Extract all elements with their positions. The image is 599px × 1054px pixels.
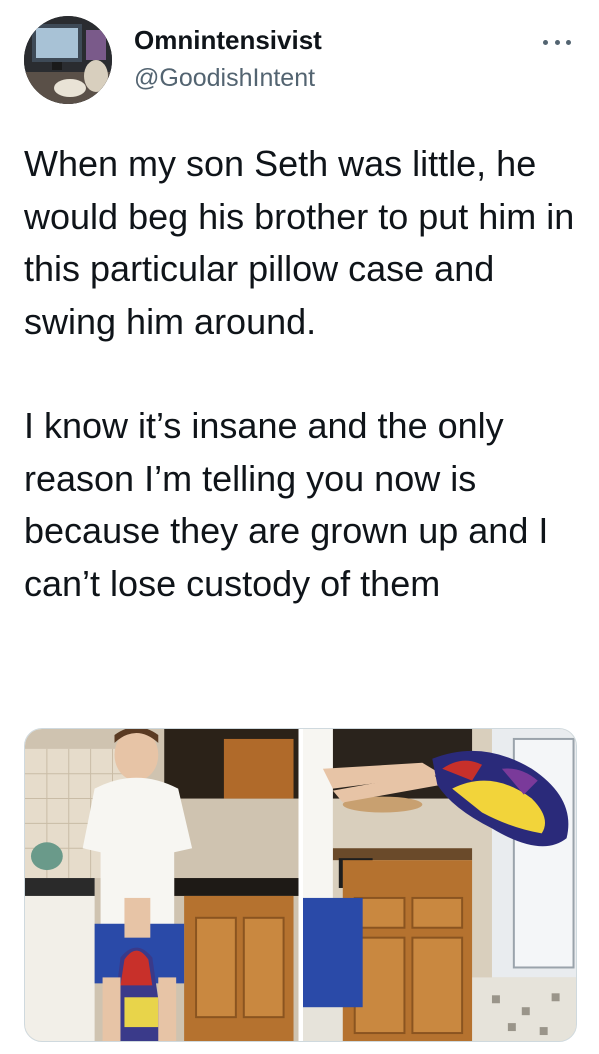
tweet: Omnintensivist @GoodishIntent When my so… — [0, 0, 599, 1054]
tweet-paragraph: I know it’s insane and the only reason I… — [24, 405, 549, 604]
tweet-photo-1[interactable] — [25, 729, 299, 1041]
more-dot — [543, 39, 548, 45]
author-display-name[interactable]: Omnintensivist — [134, 24, 322, 56]
tweet-paragraph: When my son Seth was little, he would be… — [24, 143, 575, 342]
tweet-photo-2[interactable] — [302, 729, 576, 1041]
photo-swinging-pillowcase — [302, 729, 576, 1041]
more-dot — [554, 39, 560, 45]
author-avatar[interactable] — [24, 16, 112, 104]
photo-boy-in-pillowcase — [25, 729, 299, 1041]
avatar-photo — [24, 16, 112, 104]
tweet-text: When my son Seth was little, he would be… — [24, 138, 584, 610]
author-info: Omnintensivist @GoodishIntent — [134, 24, 322, 94]
media-grid — [24, 728, 577, 1042]
more-dot — [566, 39, 571, 45]
more-options-icon[interactable] — [537, 30, 577, 54]
author-handle[interactable]: @GoodishIntent — [134, 62, 322, 94]
